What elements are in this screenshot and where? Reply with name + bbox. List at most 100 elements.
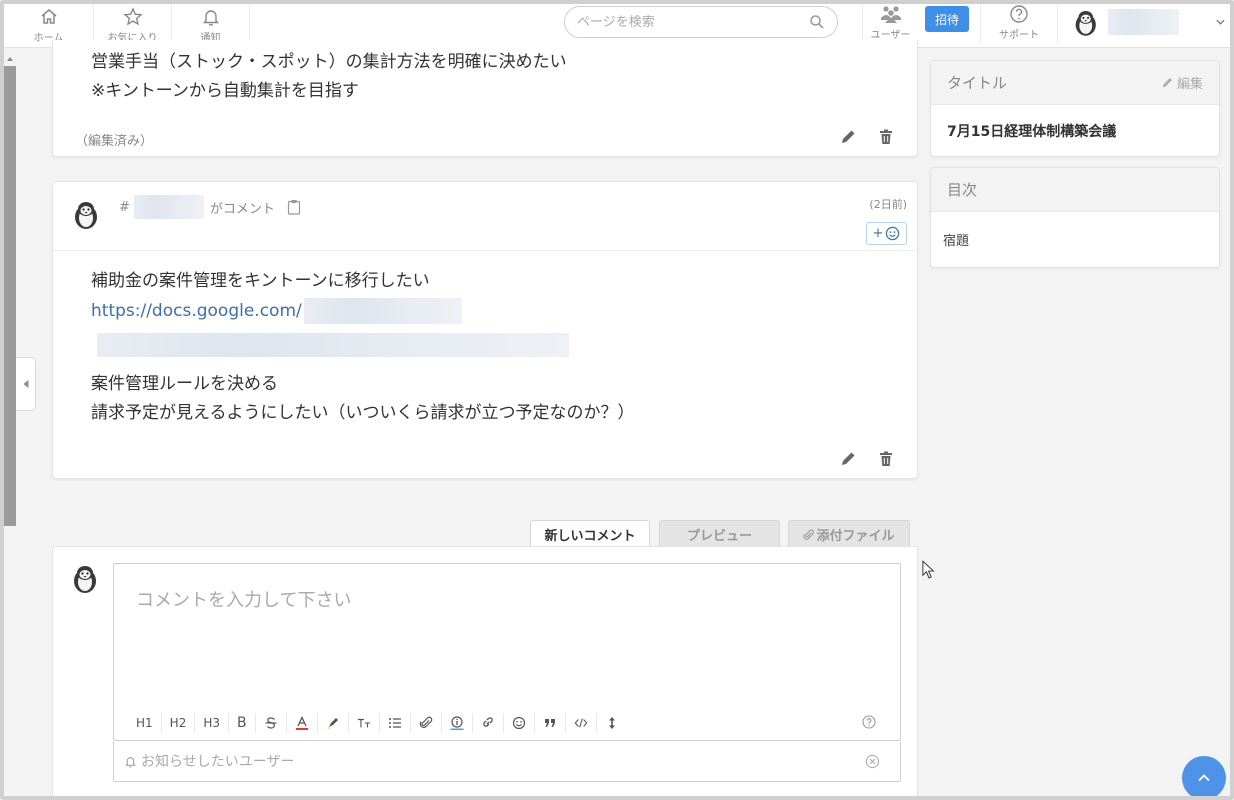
home-icon xyxy=(41,9,56,24)
invite-button[interactable]: 招待 xyxy=(925,6,969,32)
support-label: サポート xyxy=(999,29,1039,41)
vertical-arrows-icon xyxy=(608,717,615,729)
scrollbar[interactable] xyxy=(4,48,16,526)
editor-toolbar: H1 H2 H3 B xyxy=(128,712,627,734)
support-button[interactable]: サポート xyxy=(980,0,1058,44)
caret-left-icon xyxy=(23,380,28,388)
quote-button[interactable] xyxy=(535,713,566,733)
edit-pencil-icon[interactable] xyxy=(839,450,857,468)
edit-title-label: 編集 xyxy=(1176,77,1203,92)
sidebar-collapse-toggle[interactable] xyxy=(16,357,36,411)
paperclip-icon xyxy=(803,529,815,540)
chevron-down-icon[interactable] xyxy=(1215,16,1226,28)
trash-icon[interactable] xyxy=(877,450,895,468)
avatar xyxy=(1075,11,1096,36)
google-docs-link[interactable]: https://docs.google.com/ xyxy=(91,301,302,321)
add-reaction-button[interactable]: + xyxy=(866,222,907,245)
emoji-icon xyxy=(512,716,525,730)
avatar xyxy=(74,566,96,593)
toc-heading: 目次 xyxy=(947,181,978,199)
toc-panel: 目次 宿題 xyxy=(930,167,1220,268)
bullet-list-button[interactable] xyxy=(380,713,411,733)
text-color-button[interactable] xyxy=(287,713,318,733)
users-icon xyxy=(880,5,901,23)
comment-line: 請求予定が見えるようにしたい（いついくら請求が立つ予定なのか？） xyxy=(91,403,635,423)
comment-input[interactable] xyxy=(114,564,900,704)
trash-icon[interactable] xyxy=(877,128,895,146)
quote-icon xyxy=(544,719,555,727)
notify-users-field[interactable] xyxy=(113,742,901,782)
search-input[interactable] xyxy=(577,14,809,30)
scroll-up-arrow-icon[interactable] xyxy=(5,54,15,64)
strikethrough-icon xyxy=(265,717,277,729)
page-title: 7月15日経理体制構築会議 xyxy=(947,124,1117,140)
help-circle-icon xyxy=(1010,4,1028,23)
font-size-button[interactable] xyxy=(349,713,380,733)
smiley-icon xyxy=(886,226,900,241)
info-button[interactable] xyxy=(442,713,473,733)
pencil-icon xyxy=(1162,78,1172,88)
title-panel-heading: タイトル xyxy=(947,74,1008,92)
bell-icon xyxy=(202,10,219,26)
redacted-text-line xyxy=(97,333,569,357)
comment-author-line: # がコメント xyxy=(119,194,301,220)
code-icon xyxy=(574,718,588,728)
add-reaction-plus: + xyxy=(872,226,884,241)
comment-body: 営業手当（ストック・スポット）の集計方法を明確に決めたい ※キントーンから自動集… xyxy=(91,48,567,106)
user-menu[interactable] xyxy=(1072,0,1226,44)
heading3-button[interactable]: H3 xyxy=(195,713,230,733)
comment-line: ※キントーンから自動集計を目指す xyxy=(91,81,359,101)
users-button[interactable]: ユーザー xyxy=(862,0,918,44)
edit-title-button[interactable]: 編集 xyxy=(1161,73,1203,92)
info-icon xyxy=(450,716,464,730)
search-box[interactable] xyxy=(564,6,838,38)
users-label: ユーザー xyxy=(870,29,911,41)
comment-card: # がコメント (2日前) + 補助金の案件管理をキントーンに移行したい htt… xyxy=(52,181,918,479)
comment-line: 案件管理ルールを決める xyxy=(91,374,278,394)
star-icon xyxy=(122,7,143,26)
comment-link-row: https://docs.google.com/ xyxy=(91,296,462,325)
chevron-up-icon xyxy=(1198,774,1210,782)
emoji-button[interactable] xyxy=(504,713,535,733)
mouse-cursor-icon xyxy=(922,560,935,579)
link-redacted xyxy=(303,297,462,324)
strikethrough-button[interactable] xyxy=(256,713,287,733)
paperclip-icon xyxy=(419,716,432,728)
comment-divider xyxy=(53,250,917,251)
commented-label: がコメント xyxy=(209,201,275,217)
highlighter-icon xyxy=(326,718,338,729)
edit-pencil-icon[interactable] xyxy=(839,128,857,146)
highlight-button[interactable] xyxy=(318,713,349,733)
comment-line: 補助金の案件管理をキントーンに移行したい xyxy=(91,271,430,291)
comment-card: 営業手当（ストック・スポット）の集計方法を明確に決めたい ※キントーンから自動集… xyxy=(52,40,918,157)
tab-preview[interactable]: プレビュー xyxy=(659,520,780,547)
scroll-to-top-button[interactable] xyxy=(1182,756,1226,800)
heading1-button[interactable]: H1 xyxy=(128,713,162,733)
tab-new-comment[interactable]: 新しいコメント xyxy=(530,520,650,547)
help-icon[interactable] xyxy=(862,715,876,729)
font-size-icon xyxy=(357,718,370,728)
bold-button[interactable]: B xyxy=(229,713,256,733)
comment-line: 営業手当（ストック・スポット）の集計方法を明確に決めたい xyxy=(91,52,567,72)
bell-icon xyxy=(125,757,136,768)
clipboard-icon[interactable] xyxy=(287,199,301,215)
toc-item[interactable]: 宿題 xyxy=(931,212,1219,267)
search-icon[interactable] xyxy=(809,14,825,30)
notify-users-input[interactable] xyxy=(141,753,865,770)
edited-label: （編集済み） xyxy=(75,134,154,149)
tab-attachments[interactable]: 添付ファイル xyxy=(788,520,910,547)
clear-circle-icon[interactable] xyxy=(865,754,880,769)
toc-panel-header: 目次 xyxy=(931,168,1219,212)
user-name-redacted xyxy=(1107,9,1179,35)
link-button[interactable] xyxy=(473,713,504,733)
title-panel: タイトル 編集 7月15日経理体制構築会議 xyxy=(930,60,1220,157)
attach-file-button[interactable] xyxy=(411,713,442,733)
code-button[interactable] xyxy=(566,713,597,733)
comment-editor: H1 H2 H3 B xyxy=(113,563,901,741)
heading2-button[interactable]: H2 xyxy=(162,713,196,733)
list-icon xyxy=(388,718,401,728)
text-color-icon xyxy=(295,716,308,730)
hash-symbol: # xyxy=(119,199,130,215)
resize-button[interactable] xyxy=(597,713,627,733)
link-icon xyxy=(482,717,493,727)
